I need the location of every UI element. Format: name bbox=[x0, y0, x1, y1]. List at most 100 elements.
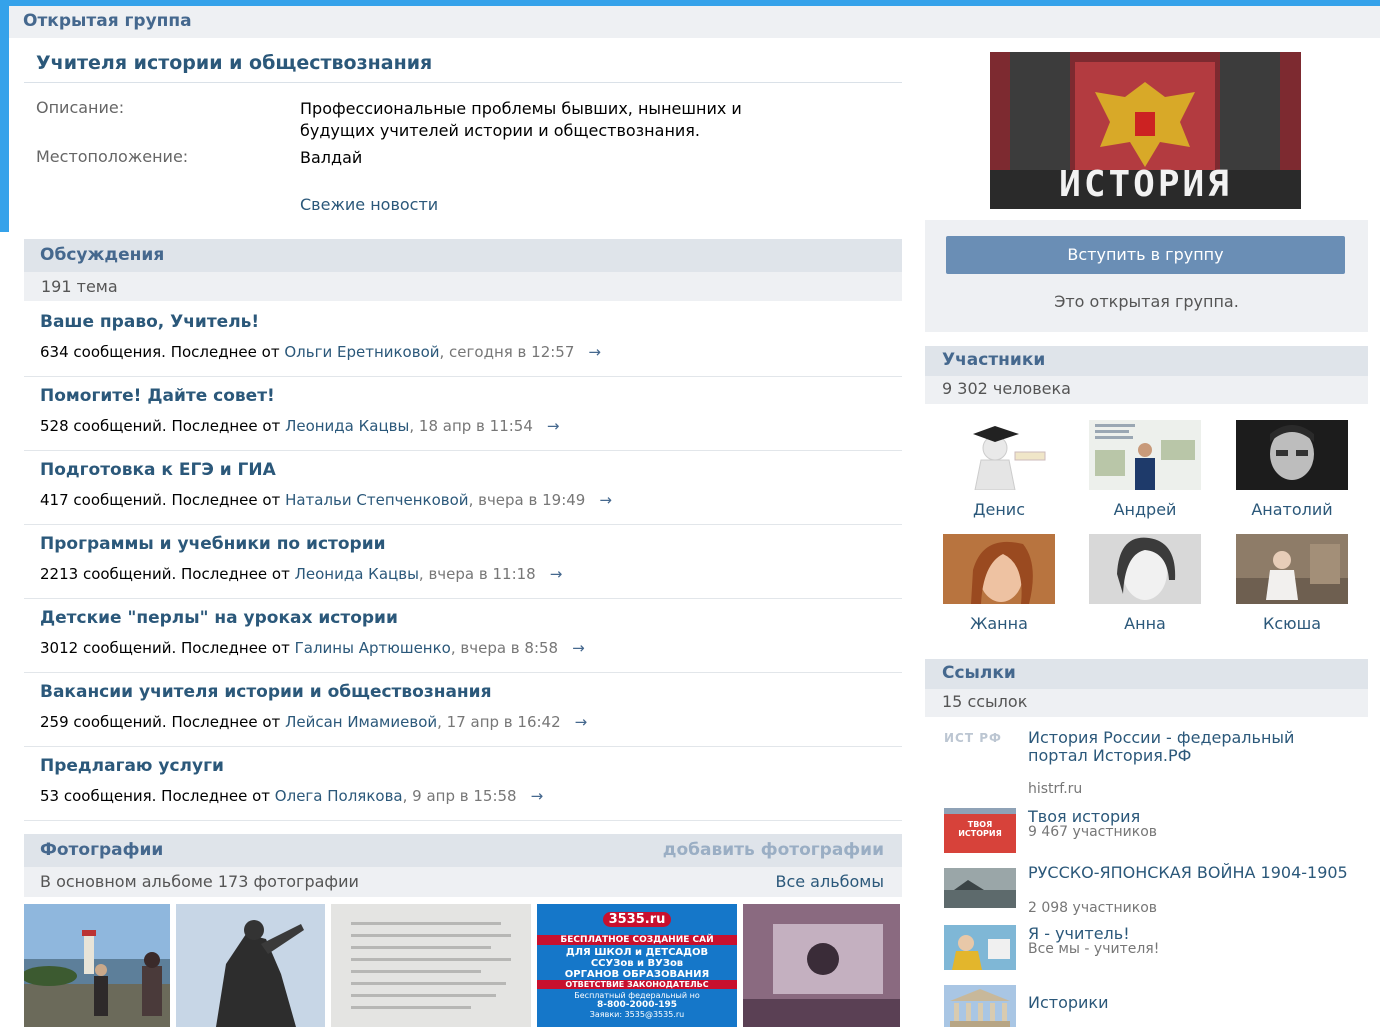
arrow-right-icon[interactable]: → bbox=[531, 787, 544, 805]
topic-meta: 2213 сообщений. Последнее от Леонида Кац… bbox=[40, 565, 562, 583]
topic-last-author[interactable]: Олега Полякова bbox=[275, 787, 403, 805]
link-title[interactable]: История России - федеральный портал Исто… bbox=[1028, 729, 1358, 765]
members-count-bar: 9 302 человека bbox=[925, 376, 1368, 404]
topic-title[interactable]: Детские "перлы" на уроках истории bbox=[40, 608, 398, 628]
member-avatar bbox=[1089, 420, 1201, 490]
topic-last-time: , 17 апр в 16:42 bbox=[437, 713, 561, 731]
topic-title[interactable]: Ваше право, Учитель! bbox=[40, 312, 259, 332]
topic-last-author[interactable]: Леонида Кацвы bbox=[295, 565, 419, 583]
topic-last-author[interactable]: Галины Артюшенко bbox=[295, 639, 451, 657]
member-tile[interactable]: Денис bbox=[943, 420, 1055, 519]
photo-document[interactable] bbox=[331, 904, 531, 1027]
link-thumb: ТВОЯ ИСТОРИЯ bbox=[944, 808, 1016, 853]
photo-monument[interactable] bbox=[176, 904, 325, 1027]
arrow-right-icon[interactable]: → bbox=[572, 639, 585, 657]
member-tile[interactable]: Анна bbox=[1089, 534, 1201, 633]
links-count-bar: 15 ссылок bbox=[925, 689, 1368, 717]
group-name: Учителя истории и обществознания bbox=[36, 52, 433, 74]
link-title[interactable]: РУССКО-ЯПОНСКАЯ ВОЙНА 1904-1905 bbox=[1028, 864, 1358, 882]
fresh-news-link[interactable]: Свежие новости bbox=[300, 195, 438, 214]
link-item[interactable]: Я - учитель! Все мы - учителя! bbox=[944, 925, 1364, 975]
topic-title[interactable]: Вакансии учителя истории и обществознани… bbox=[40, 682, 492, 702]
topic-meta: 634 сообщения. Последнее от Ольги Еретни… bbox=[40, 343, 601, 361]
discussions-header[interactable]: Обсуждения bbox=[24, 239, 902, 272]
description-line-2: будущих учителей истории и обществознани… bbox=[300, 121, 701, 140]
arrow-right-icon[interactable]: → bbox=[599, 491, 612, 509]
link-thumb: ИСТ РФ bbox=[944, 731, 1002, 745]
join-note: Это открытая группа. bbox=[1054, 292, 1239, 311]
arrow-right-icon[interactable]: → bbox=[575, 713, 588, 731]
member-name: Анна bbox=[1124, 614, 1166, 633]
topic-count: 528 сообщений. Последнее от bbox=[40, 417, 286, 435]
member-name: Анатолий bbox=[1251, 500, 1333, 519]
topic-last-time: , 18 апр в 11:54 bbox=[409, 417, 533, 435]
divider bbox=[24, 82, 902, 83]
discussion-topic[interactable]: Ваше право, Учитель! 634 сообщения. После… bbox=[24, 303, 902, 377]
page-title: Открытая группа bbox=[23, 11, 192, 31]
link-item[interactable]: ТВОЯ ИСТОРИЯ Твоя история 9 467 участник… bbox=[944, 808, 1364, 858]
link-item[interactable]: ИСТ РФ История России - федеральный порт… bbox=[944, 729, 1364, 801]
member-tile[interactable]: Анатолий bbox=[1236, 420, 1348, 519]
member-avatar bbox=[943, 534, 1055, 604]
link-thumb bbox=[944, 985, 1016, 1030]
link-item[interactable]: Историки bbox=[944, 985, 1364, 1027]
links-count: 15 ссылок bbox=[942, 692, 1028, 711]
topic-title[interactable]: Подготовка к ЕГЭ и ГИА bbox=[40, 460, 276, 480]
topic-count: 634 сообщения. Последнее от bbox=[40, 343, 285, 361]
topic-count: 53 сообщения. Последнее от bbox=[40, 787, 275, 805]
discussion-topic[interactable]: Вакансии учителя истории и обществознани… bbox=[24, 673, 902, 747]
link-title[interactable]: Историки bbox=[1028, 994, 1358, 1012]
discussion-topic[interactable]: Детские "перлы" на уроках истории 3012 со… bbox=[24, 599, 902, 673]
member-name: Жанна bbox=[970, 614, 1028, 633]
photos-info-bar: В основном альбоме 173 фотографии Все ал… bbox=[24, 867, 902, 897]
topic-last-time: , вчера в 11:18 bbox=[418, 565, 536, 583]
topic-count: 417 сообщений. Последнее от bbox=[40, 491, 286, 509]
discussion-topic[interactable]: Подготовка к ЕГЭ и ГИА 417 сообщений. Пос… bbox=[24, 451, 902, 525]
group-avatar[interactable]: ИСТОРИЯ bbox=[990, 52, 1301, 209]
photos-title[interactable]: Фотографии bbox=[40, 840, 163, 860]
topic-last-author[interactable]: Ольги Еретниковой bbox=[284, 343, 439, 361]
member-avatar bbox=[1236, 420, 1348, 490]
topic-last-author[interactable]: Натальи Степченковой bbox=[285, 491, 469, 509]
discussion-topic[interactable]: Программы и учебники по истории 2213 сооб… bbox=[24, 525, 902, 599]
topic-last-time: , вчера в 8:58 bbox=[450, 639, 559, 657]
topic-count: 259 сообщений. Последнее от bbox=[40, 713, 286, 731]
member-name: Андрей bbox=[1113, 500, 1177, 519]
photo-poster[interactable]: 3535.ru БЕСПЛАТНОЕ СОЗДАНИЕ САЙ ДЛЯ ШКОЛ… bbox=[537, 904, 737, 1027]
member-name: Ксюша bbox=[1262, 614, 1322, 633]
arrow-right-icon[interactable]: → bbox=[588, 343, 601, 361]
topic-title[interactable]: Помогите! Дайте совет! bbox=[40, 386, 275, 406]
members-title: Участники bbox=[942, 350, 1046, 370]
discussion-topic[interactable]: Помогите! Дайте совет! 528 сообщений. Пос… bbox=[24, 377, 902, 451]
links-header: Ссылки bbox=[925, 659, 1368, 689]
photo-lighthouse[interactable] bbox=[24, 904, 170, 1027]
discussions-count: 191 тема bbox=[41, 277, 118, 296]
photo-dark-room[interactable] bbox=[743, 904, 900, 1027]
topic-last-time: , сегодня в 12:57 bbox=[439, 343, 575, 361]
description-label: Описание: bbox=[36, 98, 125, 117]
member-tile[interactable]: Ксюша bbox=[1236, 534, 1348, 633]
topic-meta: 3012 сообщений. Последнее от Галины Артю… bbox=[40, 639, 585, 657]
arrow-right-icon[interactable]: → bbox=[550, 565, 563, 583]
link-thumb bbox=[944, 925, 1016, 970]
topic-title[interactable]: Предлагаю услуги bbox=[40, 756, 224, 776]
discussion-topic[interactable]: Предлагаю услуги 53 сообщения. Последнее … bbox=[24, 747, 902, 821]
description-line-1: Профессиональные проблемы бывших, нынешн… bbox=[300, 99, 742, 118]
topic-last-author[interactable]: Леонида Кацвы bbox=[285, 417, 409, 435]
link-subtitle: histrf.ru bbox=[1028, 781, 1083, 797]
add-photos-link[interactable]: добавить фотографии bbox=[663, 840, 884, 860]
arrow-right-icon[interactable]: → bbox=[547, 417, 560, 435]
links-title: Ссылки bbox=[942, 663, 1016, 683]
member-tile[interactable]: Андрей bbox=[1089, 420, 1201, 519]
topic-last-author[interactable]: Лейсан Имамиевой bbox=[285, 713, 437, 731]
photos-header: Фотографии добавить фотографии bbox=[24, 834, 902, 867]
avatar-caption: ИСТОРИЯ bbox=[1059, 164, 1232, 205]
link-subtitle: 9 467 участников bbox=[1028, 824, 1158, 840]
location-value: Валдай bbox=[300, 148, 363, 167]
link-item[interactable]: РУССКО-ЯПОНСКАЯ ВОЙНА 1904-1905 2 098 уч… bbox=[944, 864, 1364, 920]
join-group-button[interactable]: Вступить в группу bbox=[946, 236, 1345, 274]
members-header[interactable]: Участники bbox=[925, 346, 1368, 376]
all-albums-link[interactable]: Все альбомы bbox=[775, 872, 884, 891]
member-tile[interactable]: Жанна bbox=[943, 534, 1055, 633]
topic-title[interactable]: Программы и учебники по истории bbox=[40, 534, 386, 554]
